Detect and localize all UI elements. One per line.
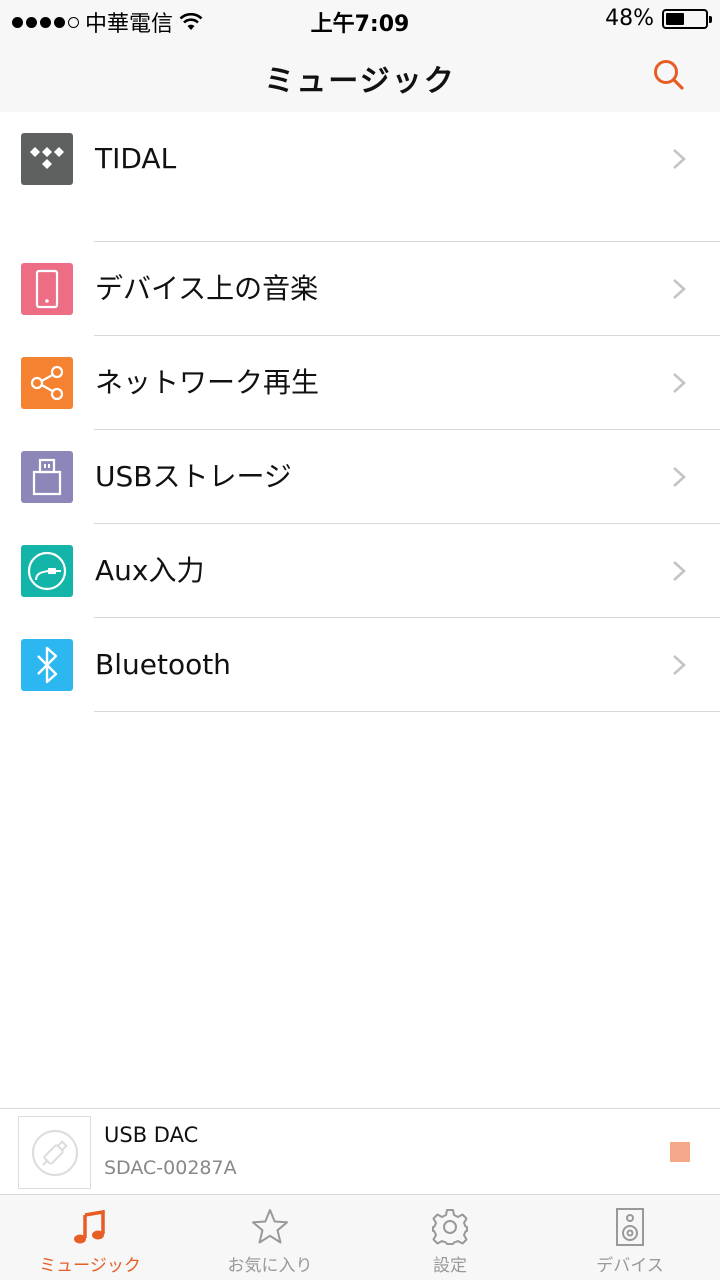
now-playing-subtitle: SDAC-00287A xyxy=(104,1157,237,1179)
source-label: Bluetooth xyxy=(95,648,231,681)
battery-icon xyxy=(662,8,712,29)
speaker-icon xyxy=(616,1208,644,1246)
source-item-aux-input[interactable]: Aux入力 xyxy=(0,524,720,618)
star-icon xyxy=(252,1209,288,1244)
stop-icon[interactable] xyxy=(670,1142,690,1162)
source-label: TIDAL xyxy=(95,142,177,175)
page-title: ミュージック xyxy=(264,64,456,99)
status-right: 48% xyxy=(605,6,712,31)
navigation-bar: ミュージック xyxy=(0,40,720,112)
now-playing-bar[interactable]: USB DAC SDAC-00287A xyxy=(0,1108,720,1194)
share-icon xyxy=(21,357,73,409)
music-note-icon xyxy=(74,1209,105,1244)
separator xyxy=(94,711,720,712)
chevron-right-icon xyxy=(673,467,686,487)
search-icon[interactable] xyxy=(652,58,686,92)
usb-dac-placeholder-icon xyxy=(31,1129,78,1176)
status-bar: 中華電信 上午7:09 48% xyxy=(0,0,720,40)
source-label: ネットワーク再生 xyxy=(95,366,320,399)
chevron-right-icon xyxy=(673,373,686,393)
tab-devices[interactable]: デバイス xyxy=(540,1195,720,1280)
tab-label: 設定 xyxy=(433,1256,467,1276)
aux-cable-icon xyxy=(21,545,73,597)
source-label: USBストレージ xyxy=(95,460,292,493)
source-item-bluetooth[interactable]: Bluetooth xyxy=(0,618,720,712)
tab-favorites[interactable]: お気に入り xyxy=(180,1195,360,1280)
tab-music[interactable]: ミュージック xyxy=(0,1195,180,1280)
tab-bar: ミュージック お気に入り 設定 デバイス xyxy=(0,1194,720,1280)
chevron-right-icon xyxy=(673,655,686,675)
bluetooth-icon xyxy=(21,639,73,691)
tab-label: デバイス xyxy=(596,1256,664,1276)
source-item-device-music[interactable]: デバイス上の音楽 xyxy=(0,242,720,336)
tab-settings[interactable]: 設定 xyxy=(360,1195,540,1280)
source-item-network-playback[interactable]: ネットワーク再生 xyxy=(0,336,720,430)
tab-label: ミュージック xyxy=(39,1256,141,1276)
chevron-right-icon xyxy=(673,561,686,581)
music-source-list: TIDAL デバイス上の音楽 ネットワーク再生 USBストレージ Aux入力 B… xyxy=(0,112,720,712)
source-label: Aux入力 xyxy=(95,554,205,587)
source-label: デバイス上の音楽 xyxy=(95,272,319,305)
battery-percent: 48% xyxy=(605,6,654,31)
source-item-usb-storage[interactable]: USBストレージ xyxy=(0,430,720,524)
phone-icon xyxy=(21,263,73,315)
usb-icon xyxy=(21,451,73,503)
tab-label: お気に入り xyxy=(227,1256,313,1276)
section-gap xyxy=(94,206,720,242)
gear-icon xyxy=(432,1209,468,1245)
album-art xyxy=(18,1116,91,1189)
now-playing-title: USB DAC xyxy=(104,1123,199,1147)
source-item-tidal[interactable]: TIDAL xyxy=(0,112,720,206)
chevron-right-icon xyxy=(673,279,686,299)
chevron-right-icon xyxy=(673,149,686,169)
tidal-icon xyxy=(21,133,73,185)
